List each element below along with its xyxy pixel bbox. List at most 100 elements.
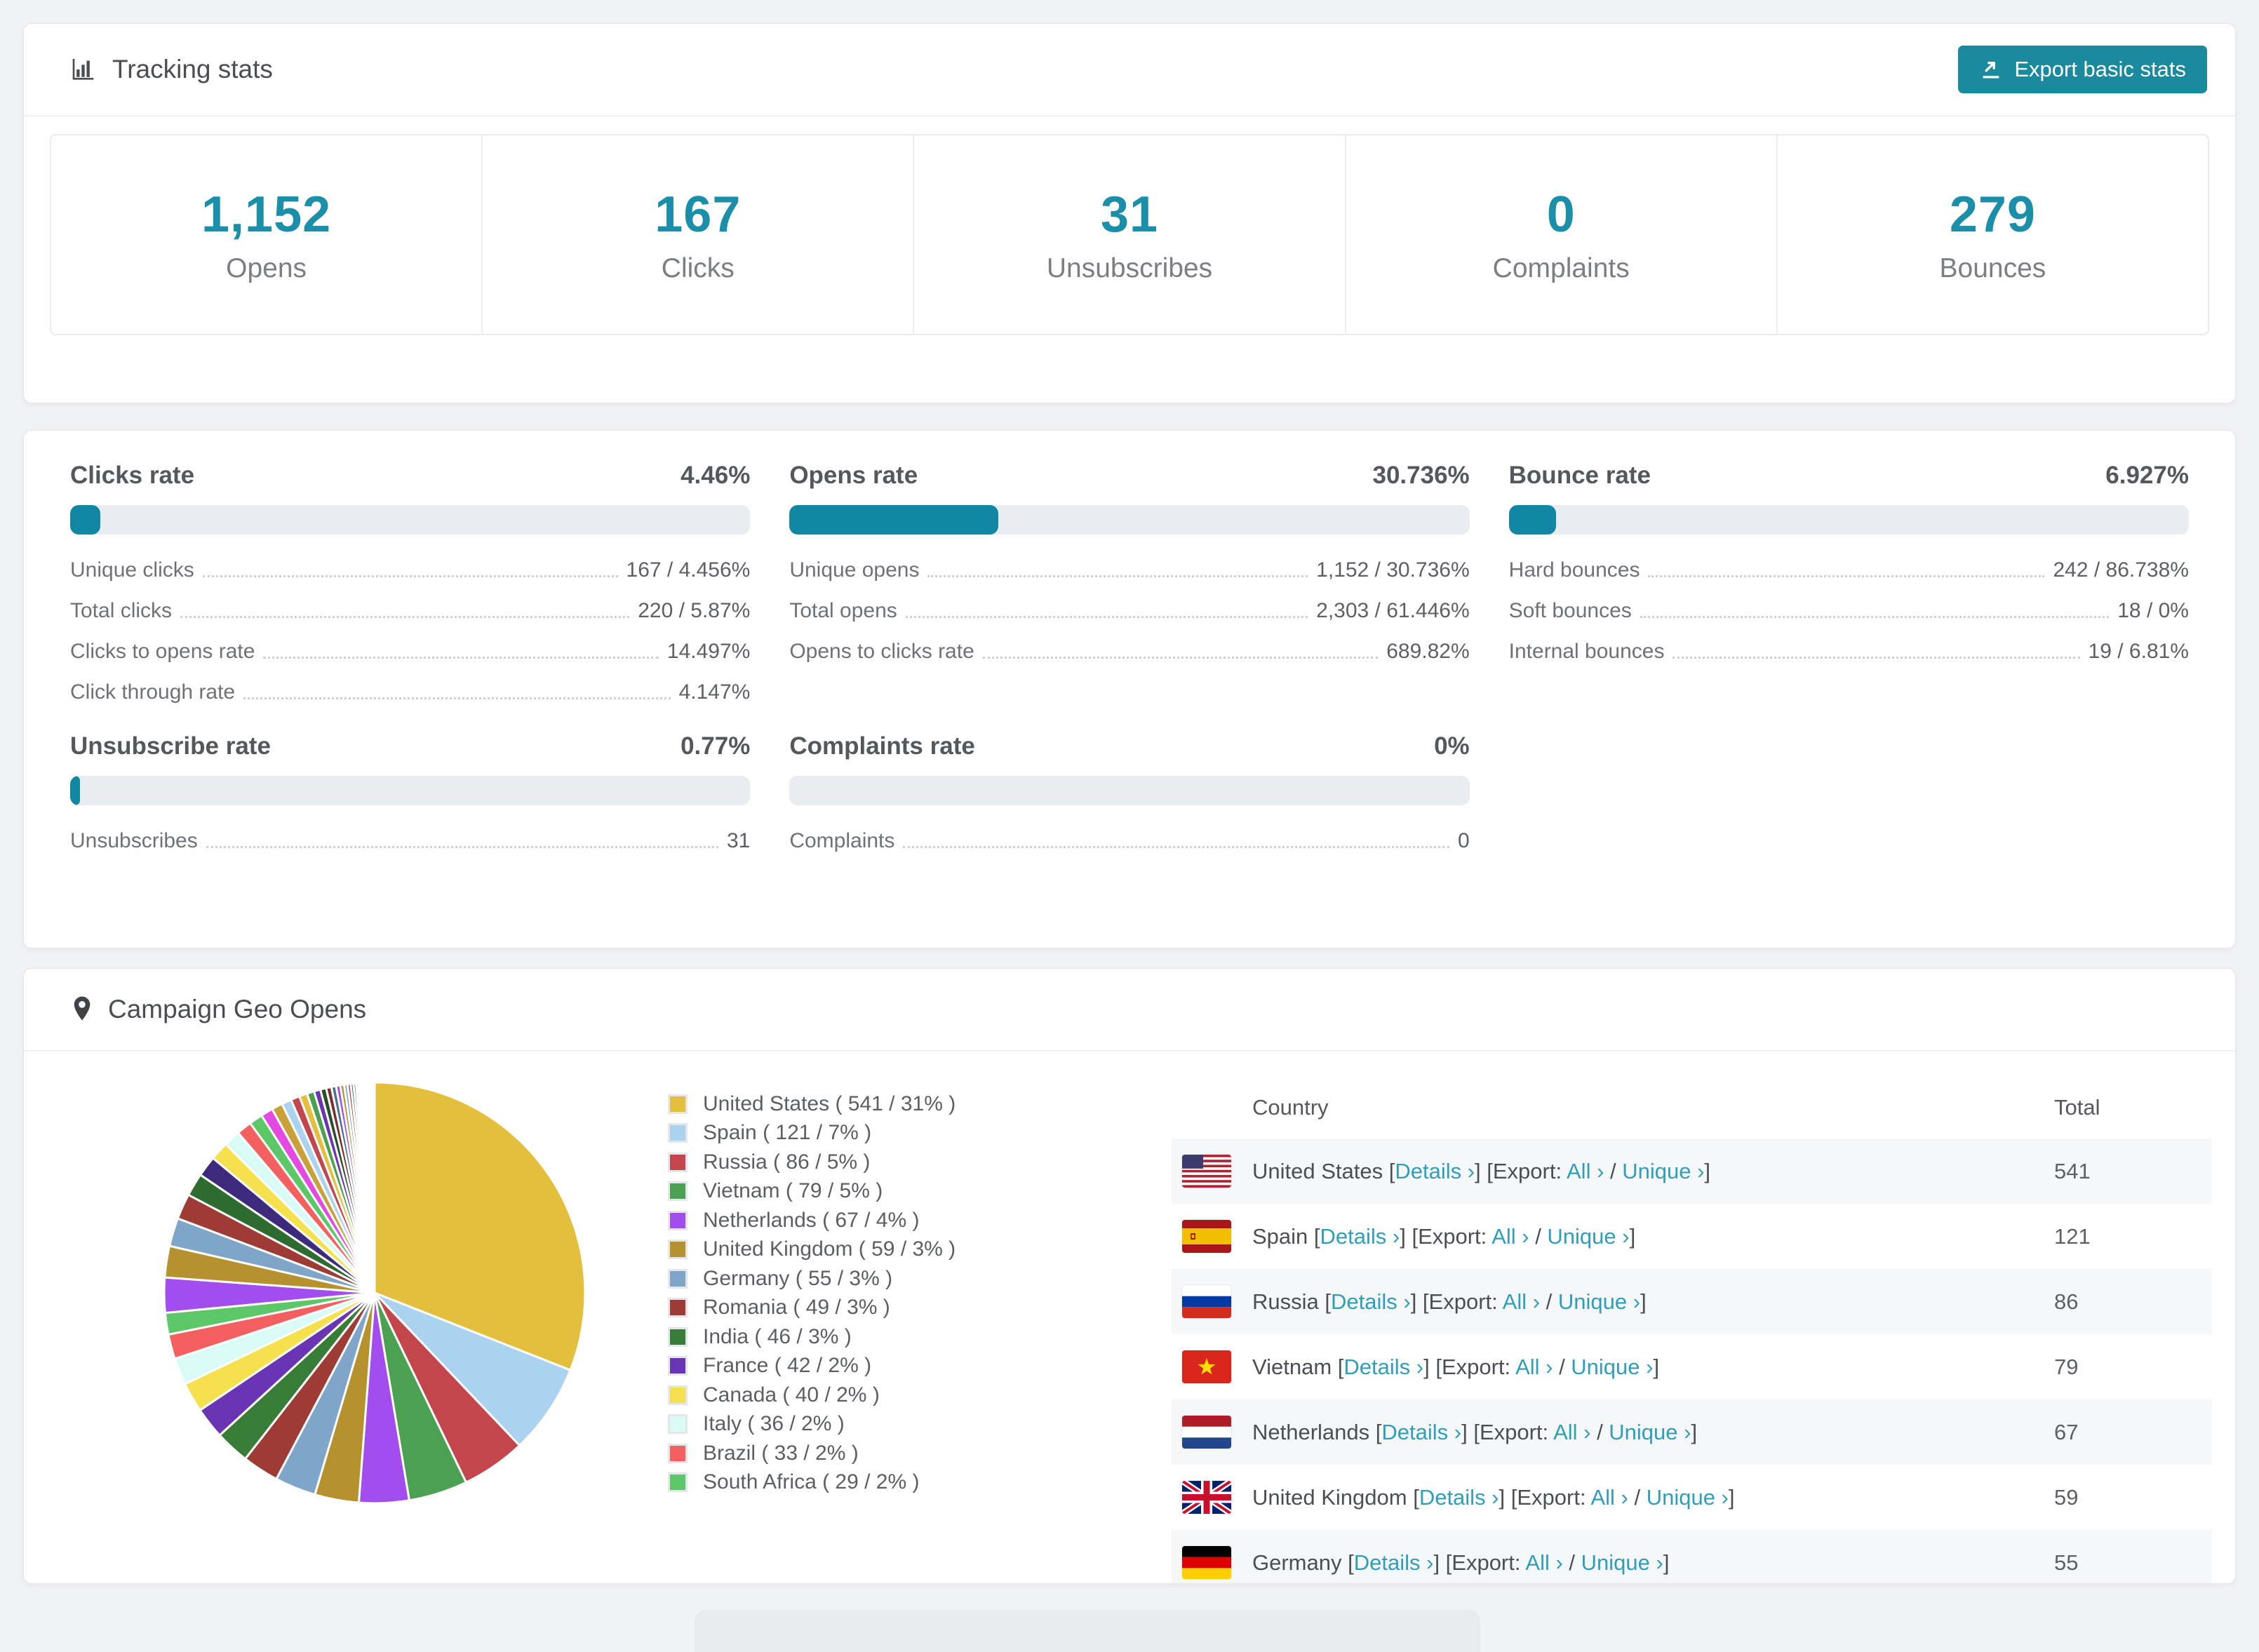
stat-label: Clicks [661,253,735,283]
table-row-gb: United Kingdom [Details ›] [Export: All … [1172,1465,2212,1530]
rate-head: Bounce rate 6.927% [1509,462,2189,490]
legend-swatch [668,1181,688,1202]
export-unique-link[interactable]: Unique › [1647,1485,1729,1510]
total-cell: 121 [2054,1223,2091,1249]
geo-country-table: Country Total United States [Details ›] … [1172,1077,2212,1583]
rate-progress-fill [789,505,999,535]
dotted-leader [263,657,659,659]
legend-label: Russia ( 86 / 5% ) [703,1150,871,1174]
legend-label: Romania ( 49 / 3% ) [703,1296,890,1319]
table-row-vn: Vietnam [Details ›] [Export: All › / Uni… [1172,1334,2212,1399]
legend-item-united-kingdom[interactable]: United Kingdom ( 59 / 3% ) [668,1235,1061,1265]
stat-box-unsubscribes: 31 Unsubscribes [913,135,1344,334]
dotted-leader [180,616,630,618]
legend-item-russia[interactable]: Russia ( 86 / 5% ) [668,1148,1061,1177]
country-cell: Germany [Details ›] [Export: All › / Uni… [1252,1550,1670,1575]
legend-item-germany[interactable]: Germany ( 55 / 3% ) [668,1264,1061,1294]
export-unique-link[interactable]: Unique › [1622,1159,1704,1183]
export-all-link[interactable]: All › [1515,1355,1553,1379]
country-name: United States [1252,1158,1389,1183]
export-all-link[interactable]: All › [1525,1550,1562,1575]
stat-label: Opens [226,253,307,283]
detail-value: 31 [726,829,751,852]
dotted-leader [1648,575,2045,577]
export-all-link[interactable]: All › [1567,1159,1604,1183]
detail-label: Soft bounces [1508,599,1632,622]
legend-item-south-africa[interactable]: South Africa ( 29 / 2% ) [668,1468,1061,1498]
tracking-stats-header: Tracking stats Export basic stats [24,24,2235,116]
export-all-link[interactable]: All › [1503,1289,1540,1314]
export-unique-link[interactable]: Unique › [1558,1289,1640,1314]
legend-item-vietnam[interactable]: Vietnam ( 79 / 5% ) [668,1177,1061,1207]
rate-head: Clicks rate 4.46% [70,462,750,490]
legend-item-italy[interactable]: Italy ( 36 / 2% ) [668,1410,1061,1439]
legend-swatch [668,1385,688,1405]
details-link[interactable]: Details › [1419,1485,1499,1510]
export-basic-stats-button[interactable]: Export basic stats [1958,46,2207,93]
rate-detail-row: Internal bounces 19 / 6.81% [1509,640,2189,664]
table-row-de: Germany [Details ›] [Export: All › / Uni… [1172,1530,2212,1583]
export-all-link[interactable]: All › [1553,1420,1590,1444]
stat-value: 1,152 [201,186,332,243]
rate-progress-bar [70,505,751,535]
rate-block-unsubscribe-rate: Unsubscribe rate 0.77% Unsubscribes 31 [70,732,751,853]
flag-vn-icon [1182,1350,1231,1383]
rate-detail-rows: Unique opens 1,152 / 30.736% Total opens 2,… [789,558,1469,664]
rate-progress-bar [70,776,751,805]
rate-detail-rows: Complaints 0 [789,829,1469,853]
legend-swatch [668,1123,688,1143]
legend-swatch [668,1210,688,1230]
export-unique-link[interactable]: Unique › [1571,1355,1653,1379]
campaign-geo-opens-card: Campaign Geo Opens United States ( 541 /… [23,968,2236,1584]
legend-item-brazil[interactable]: Brazil ( 33 / 2% ) [668,1439,1061,1468]
legend-item-netherlands[interactable]: Netherlands ( 67 / 4% ) [668,1206,1061,1235]
total-column-header: Total [2054,1095,2100,1120]
export-unique-link[interactable]: Unique › [1609,1420,1691,1444]
detail-label: Total clicks [70,599,173,622]
rate-value: 6.927% [2105,462,2189,489]
legend-item-canada[interactable]: Canada ( 40 / 2% ) [668,1381,1061,1410]
rate-value: 4.46% [681,462,751,489]
pie-slice[interactable] [373,1081,376,1294]
detail-value: 18 / 0% [2117,599,2189,622]
flag-de-icon [1182,1546,1231,1579]
bottom-scroll-hint [695,1610,1480,1652]
details-link[interactable]: Details › [1343,1355,1423,1379]
export-all-link[interactable]: All › [1590,1485,1628,1510]
tracking-stats-title: Tracking stats [70,55,273,84]
table-row-nl: Netherlands [Details ›] [Export: All › /… [1172,1399,2212,1465]
export-unique-link[interactable]: Unique › [1547,1224,1629,1249]
dotted-leader [903,846,1449,848]
detail-value: 0 [1457,829,1470,852]
dotted-leader [202,575,618,577]
legend-item-france[interactable]: France ( 42 / 2% ) [668,1352,1061,1381]
rate-head: Opens rate 30.736% [789,462,1469,490]
details-link[interactable]: Details › [1320,1224,1400,1249]
stat-box-clicks: 167 Clicks [481,135,913,334]
legend-item-united-states[interactable]: United States ( 541 / 31% ) [668,1089,1061,1119]
rate-value: 0% [1434,732,1470,760]
legend-label: Brazil ( 33 / 2% ) [703,1441,859,1465]
export-all-link[interactable]: All › [1492,1224,1529,1249]
legend-item-spain[interactable]: Spain ( 121 / 7% ) [668,1119,1061,1148]
legend-item-romania[interactable]: Romania ( 49 / 3% ) [668,1294,1061,1323]
details-link[interactable]: Details › [1354,1550,1434,1575]
details-link[interactable]: Details › [1395,1159,1475,1183]
legend-swatch [668,1298,688,1318]
rate-detail-row: Opens to clicks rate 689.82% [789,640,1469,664]
total-cell: 86 [2054,1289,2079,1314]
rate-detail-row: Unique clicks 167 / 4.456% [70,558,750,582]
stat-value: 167 [655,186,742,243]
detail-label: Opens to clicks rate [789,640,974,663]
rate-progress-bar [789,505,1470,535]
detail-value: 4.147% [678,680,751,704]
stat-label: Complaints [1492,253,1630,283]
legend-item-india[interactable]: India ( 46 / 3% ) [668,1322,1061,1352]
details-link[interactable]: Details › [1381,1420,1461,1444]
details-link[interactable]: Details › [1331,1289,1411,1314]
rate-progress-bar [789,776,1470,805]
export-unique-link[interactable]: Unique › [1581,1550,1663,1575]
detail-label: Complaints [789,829,895,852]
dotted-leader [982,657,1379,659]
flag-us-icon [1182,1155,1231,1188]
